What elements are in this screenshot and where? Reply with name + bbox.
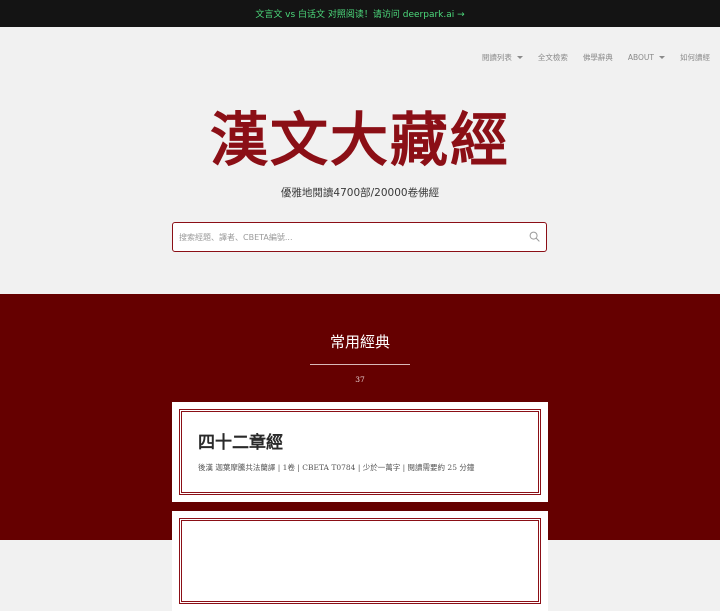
search-input[interactable] xyxy=(179,223,519,251)
nav-item-full-text-search[interactable]: 全文檢索 xyxy=(538,52,568,63)
site-title: 漢文大藏經 xyxy=(209,106,510,174)
nav-item-reading-list[interactable]: 閱讀列表 xyxy=(482,52,523,63)
search-box xyxy=(172,222,547,252)
section-divider xyxy=(310,364,410,365)
site-subtitle: 優雅地閱讀4700部/20000卷佛經 xyxy=(280,187,440,199)
nav-item-buddhist-dictionary[interactable]: 佛學辭典 xyxy=(583,52,613,63)
card-frame xyxy=(179,518,541,604)
section-count: 37 xyxy=(355,375,365,384)
nav-item-label: ABOUT xyxy=(627,53,654,62)
nav-item-label: 如何讀經 xyxy=(680,53,710,62)
nav-item-about[interactable]: ABOUT xyxy=(628,53,665,62)
search-icon[interactable] xyxy=(529,231,540,242)
sutra-card[interactable]: 四十二章經 後漢 迦葉摩騰共法蘭譯 | 1卷 | CBETA T0784 | 少… xyxy=(172,402,548,502)
nav-item-label: 全文檢索 xyxy=(537,53,568,62)
sutra-title[interactable]: 四十二章經 xyxy=(198,428,283,453)
main-nav: 閱讀列表 全文檢索 佛學辭典 ABOUT 如何讀經 xyxy=(482,52,710,63)
hero-section: 閱讀列表 全文檢索 佛學辭典 ABOUT 如何讀經 漢文大藏經 優雅地閱讀470… xyxy=(0,27,720,294)
chevron-down-icon xyxy=(659,56,665,59)
nav-item-how-to-read[interactable]: 如何讀經 xyxy=(680,52,710,63)
card-frame: 四十二章經 後漢 迦葉摩騰共法蘭譯 | 1卷 | CBETA T0784 | 少… xyxy=(179,409,541,495)
chevron-down-icon xyxy=(516,56,523,59)
banner-link[interactable]: 文言文 vs 白话文 对照阅读！请访问 deerpark.ai → xyxy=(255,7,464,20)
nav-item-label: 佛學辭典 xyxy=(582,53,613,62)
section-title: 常用經典 xyxy=(329,333,390,351)
nav-item-label: 閱讀列表 xyxy=(481,53,512,62)
sutra-meta: 後漢 迦葉摩騰共法蘭譯 | 1卷 | CBETA T0784 | 少於一萬字 |… xyxy=(198,463,475,472)
sutra-card[interactable] xyxy=(172,511,548,611)
featured-sutras-section: 常用經典 37 四十二章經 後漢 迦葉摩騰共法蘭譯 | 1卷 | CBETA T… xyxy=(0,294,720,611)
top-banner: 文言文 vs 白话文 对照阅读！请访问 deerpark.ai → xyxy=(0,0,720,27)
